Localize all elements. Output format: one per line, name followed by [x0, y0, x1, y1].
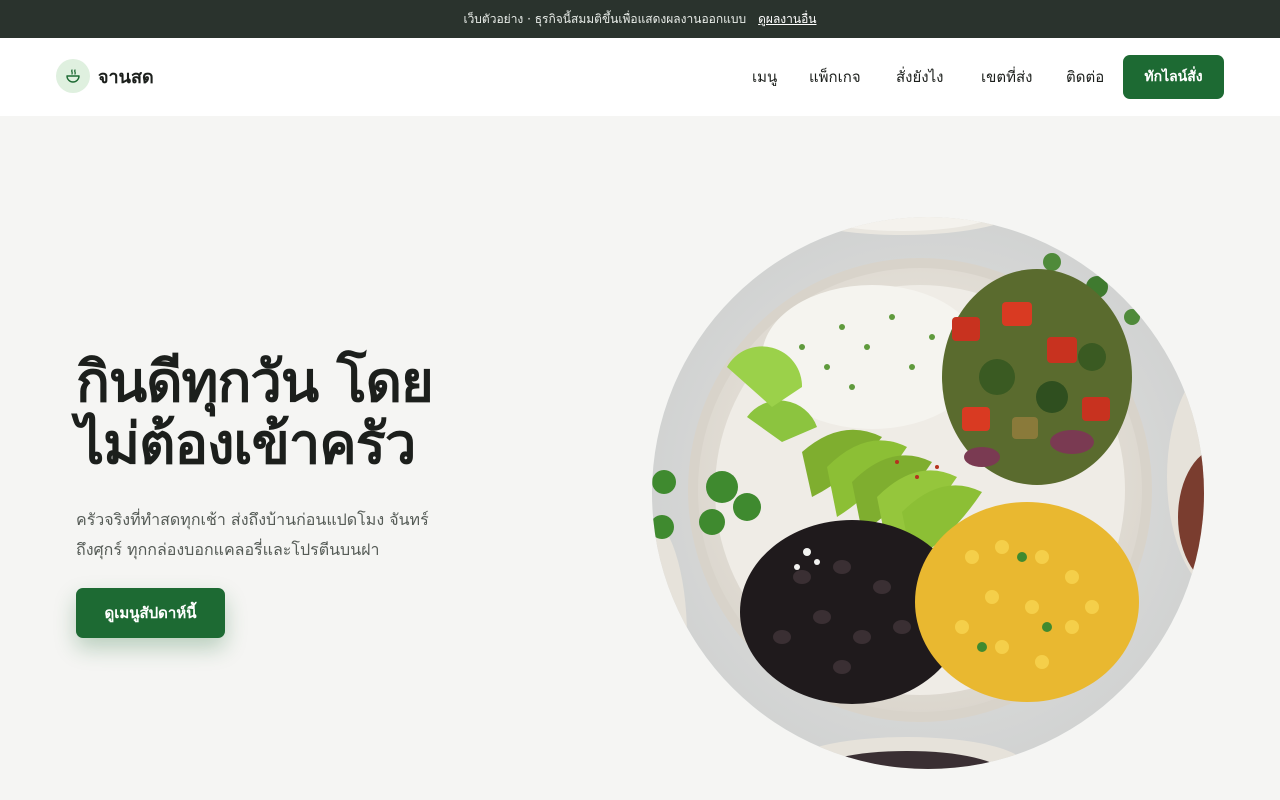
nav-item-packages[interactable]: แพ็กเกจ — [809, 65, 861, 89]
line-order-button[interactable]: ทักไลน์สั่ง — [1123, 55, 1224, 99]
main-nav: จานสด เมนู แพ็กเกจ สั่งยังไง เขตที่ส่ง ต… — [0, 38, 1280, 116]
hero-description: ครัวจริงที่ทำสดทุกเช้า ส่งถึงบ้านก่อนแปด… — [76, 505, 456, 565]
hero-title: กินดีทุกวัน โดย ไม่ต้องเข้าครัว — [76, 352, 596, 476]
nav-item-contact[interactable]: ติดต่อ — [1066, 65, 1104, 89]
hero-description-line-1: ครัวจริงที่ทำสดทุกเช้า ส่งถึงบ้านก่อนแปด… — [76, 510, 429, 529]
nav-item-menu[interactable]: เมนู — [752, 65, 777, 89]
brand-name: จานสด — [98, 66, 154, 88]
brand[interactable]: จานสด — [56, 59, 154, 93]
view-weekly-menu-button[interactable]: ดูเมนูสัปดาห์นี้ — [76, 588, 225, 638]
other-work-link[interactable]: ดูผลงานอื่น — [758, 10, 816, 29]
hero-title-line-2: ไม่ต้องเข้าครัว — [76, 412, 416, 477]
hero-description-line-2: ถึงศุกร์ ทุกกล่องบอกแคลอรี่และโปรตีนบนฝา — [76, 540, 380, 559]
nav-item-delivery-area[interactable]: เขตที่ส่ง — [981, 65, 1033, 89]
announcement-bar: เว็บตัวอย่าง · ธุรกิจนี้สมมติขึ้นเพื่อแส… — [0, 0, 1280, 38]
hero-title-line-1: กินดีทุกวัน โดย — [76, 350, 434, 415]
bowl-icon — [56, 59, 90, 93]
announcement-text: เว็บตัวอย่าง · ธุรกิจนี้สมมติขึ้นเพื่อแส… — [463, 11, 747, 26]
food-bowl-image — [652, 217, 1204, 769]
nav-item-how-to-order[interactable]: สั่งยังไง — [896, 65, 943, 89]
